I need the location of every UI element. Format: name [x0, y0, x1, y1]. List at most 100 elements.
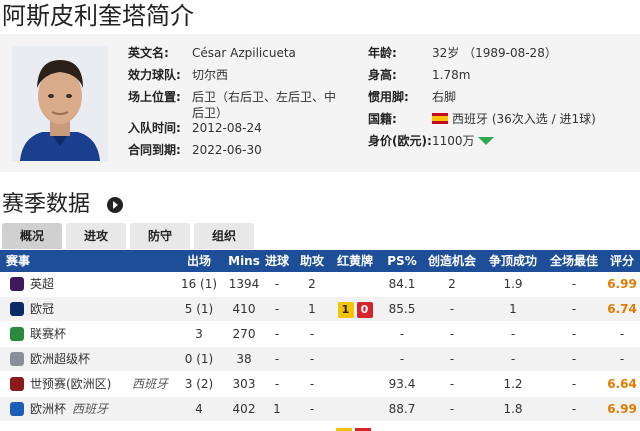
cell-aerial: - — [510, 327, 516, 341]
cell-goals: 1 — [273, 402, 281, 416]
cell-assists: 1 — [308, 302, 316, 316]
field-foot: 惯用脚: 右脚 — [368, 87, 636, 107]
cell-apps: 0 (1) — [184, 352, 214, 366]
cell-rating: 6.64 — [607, 377, 637, 391]
cell-rating: 6.74 — [607, 302, 637, 316]
col-aerial: 争顶成功 — [488, 254, 537, 268]
champions-league-icon — [10, 302, 24, 316]
cell-cards: 10 — [332, 297, 378, 321]
cell-mins: 38 — [236, 352, 252, 366]
cell-cards — [332, 272, 378, 296]
table-row[interactable]: 欧洲杯 西班牙 4 402 1 - 88.7 - 1.8 - 6.99 — [0, 397, 640, 421]
competition-name[interactable]: 欧洲超级杯 — [30, 347, 90, 371]
competition-name[interactable]: 欧洲杯 — [30, 397, 66, 421]
col-assists: 助攻 — [299, 254, 324, 268]
competition-name[interactable]: 欧冠 — [30, 297, 54, 321]
competition-name[interactable]: 英超 — [30, 272, 54, 296]
tab-organize[interactable]: 组织 — [194, 223, 254, 249]
col-goals: 进球 — [264, 254, 289, 268]
table-row[interactable]: 英超 16 (1) 1394-2 84.1 2 1.9-6.99 — [0, 272, 640, 296]
cell-chances: - — [449, 327, 455, 341]
col-rating: 评分 — [609, 254, 634, 268]
cell-apps: 16 (1) — [180, 277, 218, 291]
cell-competition: 英超 — [0, 272, 170, 296]
cell-assists: 2 — [308, 277, 316, 291]
cell-apps: 3 — [195, 327, 203, 341]
cell-assists: - — [309, 377, 315, 391]
market-value: 1100万 — [432, 134, 475, 148]
cell-cards — [332, 347, 378, 371]
season-stats-title: 赛季数据 — [2, 192, 91, 217]
cell-motm: - — [571, 352, 577, 366]
cell-cards — [332, 372, 378, 396]
cell-goals: - — [274, 302, 280, 316]
cell-aerial: 1.8 — [503, 402, 523, 416]
table-row[interactable]: 联赛杯 3 270 - - - - - - - — [0, 322, 640, 346]
col-ps: PS% — [387, 254, 417, 268]
cell-chances: 2 — [448, 277, 456, 291]
cell-goals: - — [274, 352, 280, 366]
field-market-value: 身价(欧元): 1100万 — [368, 131, 636, 151]
position-value: 后卫（右后卫、左后卫、中后卫） — [192, 90, 337, 120]
cell-ps: 88.7 — [388, 402, 416, 416]
cell-assists: - — [309, 402, 315, 416]
competition-name[interactable]: 联赛杯 — [30, 322, 66, 346]
cell-competition: 世预赛(欧洲区) 西班牙 — [0, 372, 170, 396]
cell-motm: - — [571, 402, 577, 416]
competition-name[interactable]: 世预赛(欧洲区) — [30, 372, 111, 396]
cell-aerial: - — [510, 352, 516, 366]
field-contract-end: 合同到期: 2022-06-30 — [128, 140, 358, 160]
nationality-value[interactable]: 西班牙 (36次入选 / 进1球) — [452, 109, 596, 129]
field-team: 效力球队: 切尔西 — [128, 65, 358, 85]
profile-card: 英文名: César Azpilicueta 效力球队: 切尔西 场上位置: 后… — [0, 34, 640, 172]
cell-competition: 欧洲超级杯 — [0, 347, 170, 371]
cell-ps: 85.5 — [388, 302, 416, 316]
cell-rating: 6.99 — [607, 277, 637, 291]
cell-assists: - — [309, 327, 315, 341]
cell-chances: - — [449, 377, 455, 391]
table-row[interactable]: 欧冠 5 (1) 410-1 1 0 85.5-1-6.74 — [0, 297, 640, 321]
stats-tabs: 概况 进攻 防守 组织 — [0, 223, 640, 249]
cell-ps: - — [399, 352, 405, 366]
cell-mins: 410 — [232, 302, 256, 316]
cell-mins: 402 — [232, 402, 256, 416]
height-value: 1.78m — [432, 68, 471, 82]
world-cup-qualifier-icon — [10, 377, 24, 391]
cell-rating: 6.99 — [607, 402, 637, 416]
cell-rating: - — [619, 327, 625, 341]
cell-aerial: 1.2 — [503, 377, 523, 391]
competition-team-note: 西班牙 — [72, 402, 109, 416]
cell-rating: - — [619, 352, 625, 366]
tab-defense[interactable]: 防守 — [130, 223, 190, 249]
table-row[interactable]: 欧洲超级杯 0 (1) 38 - - - - - - - — [0, 347, 640, 371]
field-join-date: 入队时间: 2012-08-24 — [128, 118, 358, 138]
cell-apps: 5 (1) — [184, 302, 214, 316]
field-english-name: 英文名: César Azpilicueta — [128, 43, 358, 63]
table-header: 赛事 出场 Mins 进球 助攻 红黄牌 PS% 创造机会 争顶成功 全场最佳 … — [0, 250, 640, 272]
col-chances: 创造机会 — [427, 254, 476, 268]
cell-motm: - — [571, 327, 577, 341]
cell-chances: - — [449, 402, 455, 416]
field-height: 身高: 1.78m — [368, 65, 636, 85]
age-value: 32岁 （1989-08-28） — [432, 46, 557, 60]
foot-value: 右脚 — [432, 90, 457, 104]
premier-league-icon — [10, 277, 24, 291]
cell-assists: - — [309, 352, 315, 366]
player-portrait-icon — [12, 46, 108, 161]
league-cup-icon — [10, 327, 24, 341]
euro-cup-icon — [10, 402, 24, 416]
arrow-right-circle-icon[interactable] — [107, 197, 123, 213]
cell-motm: - — [571, 277, 577, 291]
team-value[interactable]: 切尔西 — [192, 65, 228, 85]
cell-mins: 303 — [232, 377, 256, 391]
red-card-badge: 0 — [356, 301, 373, 318]
field-age: 年龄: 32岁 （1989-08-28） — [368, 43, 636, 63]
join-date-value: 2012-08-24 — [192, 121, 262, 135]
tab-overview[interactable]: 概况 — [2, 223, 62, 249]
cell-apps: 4 — [195, 402, 203, 416]
table-row[interactable]: 世预赛(欧洲区) 西班牙 3 (2) 303 - - 93.4 - 1.2 - 6.64 — [0, 372, 640, 396]
english-name-value: César Azpilicueta — [192, 46, 296, 60]
cell-competition: 联赛杯 — [0, 322, 170, 346]
tab-attack[interactable]: 进攻 — [66, 223, 126, 249]
cell-mins: 1394 — [228, 277, 260, 291]
